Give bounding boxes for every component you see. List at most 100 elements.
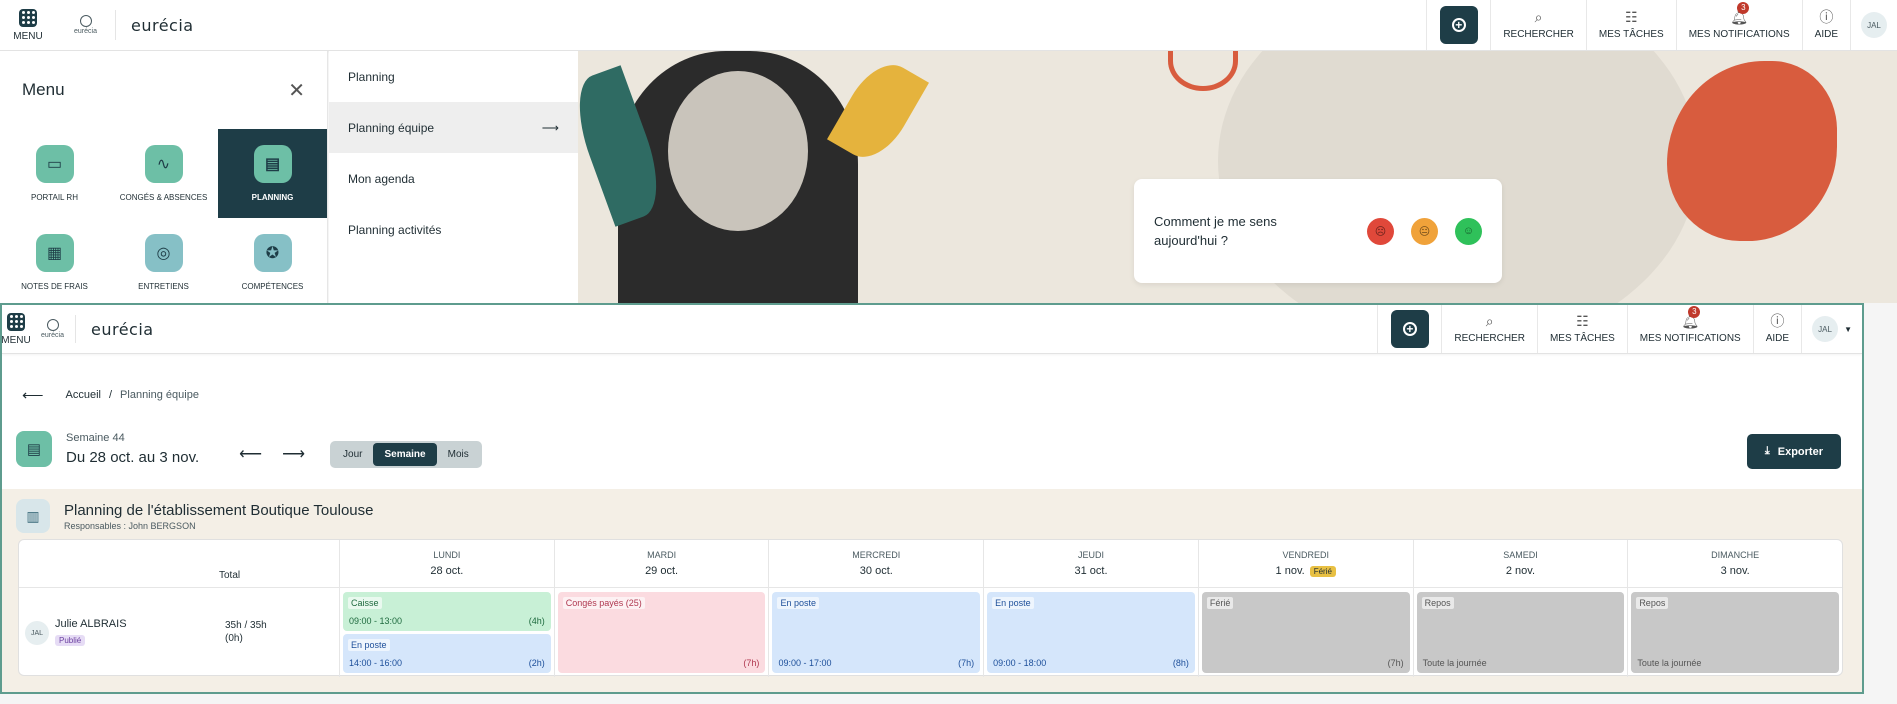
- cell-thursday: En poste 09:00 - 18:00 (8h): [983, 588, 1198, 677]
- total-header: Total: [219, 570, 241, 581]
- cell-sunday: Repos Toute la journée: [1627, 588, 1842, 677]
- user-menu[interactable]: JAL ▼: [1801, 305, 1862, 353]
- day-header: JEUDI 31 oct.: [983, 540, 1198, 587]
- cell-saturday: Repos Toute la journée: [1412, 588, 1628, 677]
- search-nav[interactable]: ⌕ RECHERCHER: [1490, 0, 1586, 50]
- bell-icon: 🔔︎ 3: [1730, 2, 1750, 25]
- avatar: JAL: [25, 621, 49, 645]
- arrow-right-icon: ⟶: [541, 120, 559, 135]
- help-nav[interactable]: ⓘ AIDE: [1752, 305, 1801, 353]
- prev-week-icon[interactable]: ⟵: [239, 444, 262, 464]
- day-header: DIMANCHE 3 nov.: [1627, 540, 1842, 587]
- chevron-down-icon: ▼: [1844, 324, 1852, 334]
- employee-total: 35h / 35h (0h): [225, 620, 267, 644]
- notification-badge: 3: [1688, 306, 1701, 318]
- folder-icon: ▭: [35, 145, 74, 183]
- plus-icon: +: [1402, 322, 1417, 336]
- menu-button[interactable]: MENU: [1, 305, 31, 353]
- mood-neutral-icon[interactable]: 😐︎: [1411, 217, 1438, 245]
- week-number: Semaine 44: [66, 431, 125, 444]
- menu-title: Menu: [22, 80, 65, 99]
- menu-button[interactable]: MENU: [0, 0, 56, 50]
- close-icon[interactable]: ✕: [288, 78, 305, 103]
- view-switcher: Jour Semaine Mois: [330, 441, 482, 468]
- holiday-badge: Férié: [1309, 565, 1336, 577]
- submenu-planning-activites[interactable]: Planning activités: [329, 204, 578, 255]
- breadcrumb-current: Planning équipe: [120, 389, 199, 401]
- search-nav[interactable]: ⌕ RECHERCHER: [1441, 305, 1537, 353]
- notification-badge: 3: [1737, 2, 1750, 14]
- tasks-nav[interactable]: ☷ MES TÂCHES: [1536, 305, 1627, 353]
- tile-notes-de-frais[interactable]: ▦ NOTES DE FRAIS: [0, 218, 109, 303]
- cell-monday: Caisse 09:00 - 13:00 (4h) En poste 14:00 - …: [339, 588, 554, 677]
- day-header: MARDI 29 oct.: [553, 540, 769, 587]
- brand-name: eurécia: [131, 15, 194, 35]
- tile-entretiens[interactable]: ◎ ENTRETIENS: [109, 218, 218, 303]
- clipboard-icon: ▤: [16, 430, 52, 467]
- employee-name[interactable]: Julie ALBRAIS: [55, 618, 127, 630]
- next-week-icon[interactable]: ⟶: [282, 444, 305, 464]
- mood-good-icon[interactable]: ☺: [1455, 217, 1482, 245]
- day-header: MERCREDI 30 oct.: [768, 540, 983, 587]
- shift-block[interactable]: Caisse 09:00 - 13:00 (4h): [343, 592, 551, 631]
- holiday-block[interactable]: Férié (7h): [1201, 592, 1410, 673]
- clipboard-icon: ▤: [253, 145, 292, 183]
- avatar: JAL: [1861, 12, 1887, 38]
- cell-friday: Férié (7h): [1197, 588, 1413, 677]
- view-day-button[interactable]: Jour: [332, 443, 373, 466]
- tile-competences[interactable]: ✪ COMPÉTENCES: [218, 218, 327, 303]
- employee-row: JAL Julie ALBRAIS Publié 35h / 35h (0h) …: [19, 587, 1842, 677]
- mood-bad-icon[interactable]: ☹: [1367, 217, 1394, 245]
- planning-title: Planning de l'établissement Boutique Tou…: [64, 501, 374, 519]
- help-icon: ⓘ: [1770, 313, 1785, 329]
- breadcrumb-home[interactable]: Accueil: [66, 389, 101, 401]
- submenu-panel: Planning Planning équipe ⟶ Mon agenda Pla…: [329, 51, 578, 303]
- rest-block[interactable]: Repos Toute la journée: [1631, 592, 1840, 673]
- export-button[interactable]: ⤓ Exporter: [1746, 434, 1841, 469]
- avatar: JAL: [1812, 316, 1839, 342]
- submenu-planning-equipe[interactable]: Planning équipe ⟶: [329, 102, 578, 153]
- top-navbar: MENU eurécia eurécia + ⌕ RECHERCHER ☷ MES …: [0, 0, 1897, 51]
- help-icon: ⓘ: [1819, 9, 1834, 25]
- user-menu[interactable]: JAL: [1850, 0, 1897, 50]
- eurecia-logo[interactable]: eurécia: [30, 315, 76, 343]
- cell-wednesday: En poste 09:00 - 17:00 (7h): [768, 588, 983, 677]
- tile-planning[interactable]: ▤ PLANNING: [218, 129, 327, 218]
- store-icon: ▥: [16, 499, 50, 533]
- eurecia-logo[interactable]: eurécia: [56, 10, 116, 40]
- help-nav[interactable]: ⓘ AIDE: [1801, 0, 1850, 50]
- view-month-button[interactable]: Mois: [437, 443, 480, 466]
- view-week-button[interactable]: Semaine: [373, 443, 437, 466]
- tile-conges[interactable]: ∿ CONGÉS & ABSENCES: [109, 129, 218, 218]
- notifications-nav[interactable]: 🔔︎ 3 MES NOTIFICATIONS: [1626, 305, 1753, 353]
- tasks-nav[interactable]: ☷ MES TÂCHES: [1585, 0, 1676, 50]
- submenu-mon-agenda[interactable]: Mon agenda: [329, 153, 578, 204]
- planning-grid: Total LUNDI 28 oct. MARDI 29 oct. MERCREDI…: [18, 539, 1843, 677]
- absence-block[interactable]: Congés payés (25) (7h): [557, 592, 766, 673]
- bell-icon: 🔔︎ 3: [1681, 306, 1701, 329]
- shift-block[interactable]: En poste 14:00 - 16:00 (2h): [343, 634, 551, 673]
- award-icon: ✪: [253, 234, 292, 272]
- back-arrow-icon[interactable]: ⟵: [22, 386, 44, 404]
- tile-portail-rh[interactable]: ▭ PORTAIL RH: [0, 129, 109, 218]
- shift-block[interactable]: En poste 09:00 - 18:00 (8h): [987, 592, 1195, 673]
- menu-label: MENU: [13, 30, 43, 42]
- search-icon: ⌕: [1534, 9, 1543, 25]
- day-header: VENDREDI 1 nov. Férié: [1197, 540, 1413, 587]
- grid-menu-icon: [7, 312, 25, 331]
- day-header: SAMEDI 2 nov.: [1412, 540, 1628, 587]
- planning-page: MENU eurécia eurécia + ⌕ RECHERCHER ☷ MES …: [0, 303, 1864, 694]
- notifications-nav[interactable]: 🔔︎ 3 MES NOTIFICATIONS: [1675, 0, 1802, 50]
- brand-name: eurécia: [91, 319, 154, 339]
- add-button[interactable]: +: [1390, 310, 1429, 348]
- receipt-icon: ▦: [35, 234, 74, 272]
- menu-label: MENU: [1, 334, 31, 346]
- download-icon: ⤓: [1764, 445, 1770, 457]
- grid-menu-icon: [19, 8, 37, 27]
- breadcrumb: ⟵ Accueil / Planning équipe: [22, 386, 199, 404]
- tasks-icon: ☷: [1576, 313, 1589, 329]
- rest-block[interactable]: Repos Toute la journée: [1416, 592, 1625, 673]
- shift-block[interactable]: En poste 09:00 - 17:00 (7h): [772, 592, 981, 673]
- add-button[interactable]: +: [1439, 6, 1478, 44]
- submenu-planning[interactable]: Planning: [329, 51, 578, 102]
